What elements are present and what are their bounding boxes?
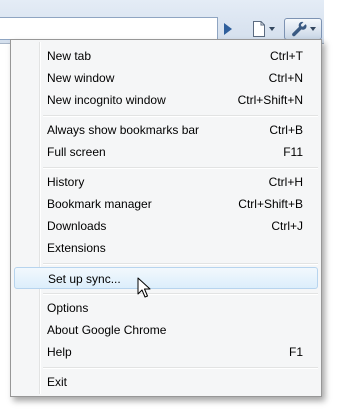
menu-item-always-show-bookmarks-bar[interactable]: Always show bookmarks bar Ctrl+B (14, 119, 318, 141)
menu-item-about-google-chrome[interactable]: About Google Chrome (14, 319, 318, 341)
page-menu-icon (252, 21, 265, 37)
menu-item-label: History (47, 175, 85, 189)
menu-item-label: Downloads (47, 219, 107, 233)
menu-item-shortcut: Ctrl+H (268, 175, 303, 189)
menu-item-extensions[interactable]: Extensions (14, 237, 318, 259)
menu-separator (43, 263, 318, 265)
menu-item-label: New incognito window (47, 93, 166, 107)
menu-item-shortcut: Ctrl+J (271, 219, 303, 233)
menu-item-shortcut: Ctrl+N (268, 71, 303, 85)
wrench-menu-button[interactable] (284, 18, 322, 40)
menu-item-label: New window (47, 71, 115, 85)
menu-item-shortcut: Ctrl+Shift+N (237, 93, 303, 107)
menu-separator (43, 367, 318, 369)
menu-item-bookmark-manager[interactable]: Bookmark manager Ctrl+Shift+B (14, 193, 318, 215)
menu-item-shortcut: Ctrl+T (270, 49, 303, 63)
menu-item-shortcut: F1 (288, 345, 303, 359)
menu-item-set-up-sync[interactable]: Set up sync... (14, 267, 318, 289)
menu-item-downloads[interactable]: Downloads Ctrl+J (14, 215, 318, 237)
chevron-down-icon (309, 27, 316, 31)
chevron-down-icon (268, 27, 275, 31)
menu-item-help[interactable]: Help F1 (14, 341, 318, 363)
mouse-pointer-icon (137, 277, 151, 298)
menu-item-exit[interactable]: Exit (14, 371, 318, 393)
menu-item-label: Set up sync... (48, 272, 121, 286)
menu-item-label: Full screen (47, 145, 106, 159)
menu-item-label: Help (47, 345, 72, 359)
menu-item-label: Bookmark manager (47, 197, 152, 211)
menu-item-label: Always show bookmarks bar (47, 123, 200, 137)
menu-item-new-tab[interactable]: New tab Ctrl+T (14, 45, 318, 67)
page-menu-button[interactable] (246, 18, 280, 40)
go-icon (224, 23, 232, 35)
go-button[interactable] (220, 18, 236, 40)
menu-item-new-window[interactable]: New window Ctrl+N (14, 67, 318, 89)
menu-item-label: Extensions (47, 241, 106, 255)
wrench-menu: New tab Ctrl+T New window Ctrl+N New inc… (10, 39, 322, 397)
menu-item-label: Exit (47, 375, 68, 389)
menu-separator (43, 115, 318, 117)
menu-item-new-incognito-window[interactable]: New incognito window Ctrl+Shift+N (14, 89, 318, 111)
menu-item-shortcut: Ctrl+Shift+B (238, 197, 303, 211)
menu-separator (43, 167, 318, 169)
wrench-icon (291, 21, 307, 37)
address-bar[interactable] (0, 17, 218, 40)
menu-item-label: New tab (47, 49, 92, 63)
menu-item-history[interactable]: History Ctrl+H (14, 171, 318, 193)
menu-separator (43, 293, 318, 295)
menu-item-options[interactable]: Options (14, 297, 318, 319)
menu-item-full-screen[interactable]: Full screen F11 (14, 141, 318, 163)
browser-toolbar (0, 0, 324, 44)
menu-item-label: Options (47, 301, 89, 315)
menu-item-shortcut: F11 (283, 145, 303, 159)
menu-item-shortcut: Ctrl+B (269, 123, 303, 137)
menu-item-label: About Google Chrome (47, 323, 167, 337)
